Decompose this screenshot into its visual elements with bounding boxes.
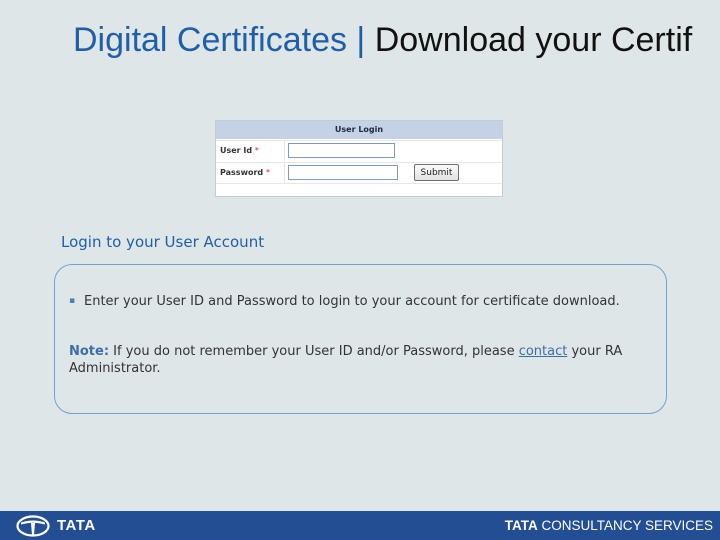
tata-logo-icon: [16, 515, 50, 537]
page-title-prefix: Digital Certificates: [73, 21, 347, 59]
page-title-suffix: Download your Certif: [374, 21, 693, 59]
note-label: Note:: [69, 344, 110, 359]
bullet-icon: ▪: [69, 296, 76, 306]
column-divider: [284, 141, 285, 161]
info-box: ▪ Enter your User ID and Password to log…: [54, 264, 667, 414]
bullet-item: ▪ Enter your User ID and Password to log…: [69, 293, 629, 310]
tcs-brand-bold: TATA: [504, 518, 538, 533]
user-id-label-text: User Id: [220, 146, 253, 155]
password-label: Password *: [220, 168, 270, 177]
tcs-brand: TATA CONSULTANCY SERVICES: [505, 518, 713, 533]
tata-brand: TATA: [57, 517, 96, 534]
login-form: User Login User Id * Password * Submit: [215, 120, 503, 197]
note-paragraph: Note: If you do not remember your User I…: [69, 343, 659, 377]
password-label-text: Password: [220, 168, 264, 177]
page-title-separator: |: [346, 21, 375, 59]
user-id-label: User Id *: [220, 146, 259, 155]
login-form-header: User Login: [216, 121, 502, 139]
user-id-input[interactable]: [288, 143, 395, 158]
footer-bar: TATA TATA CONSULTANCY SERVICES: [0, 511, 720, 540]
required-marker: *: [265, 168, 270, 177]
user-id-row: User Id *: [216, 140, 502, 161]
password-row: Password * Submit: [216, 162, 502, 184]
section-heading: Login to your User Account: [61, 233, 265, 251]
contact-link[interactable]: contact: [519, 344, 568, 359]
submit-button[interactable]: Submit: [414, 164, 459, 181]
bullet-text: Enter your User ID and Password to login…: [84, 294, 620, 309]
page-title: Digital Certificates | Download your Cer…: [73, 18, 692, 62]
column-divider: [284, 163, 285, 183]
required-marker: *: [254, 146, 259, 155]
note-text-before: If you do not remember your User ID and/…: [109, 344, 519, 359]
tcs-brand-rest: CONSULTANCY SERVICES: [537, 518, 713, 533]
password-input[interactable]: [288, 165, 398, 180]
